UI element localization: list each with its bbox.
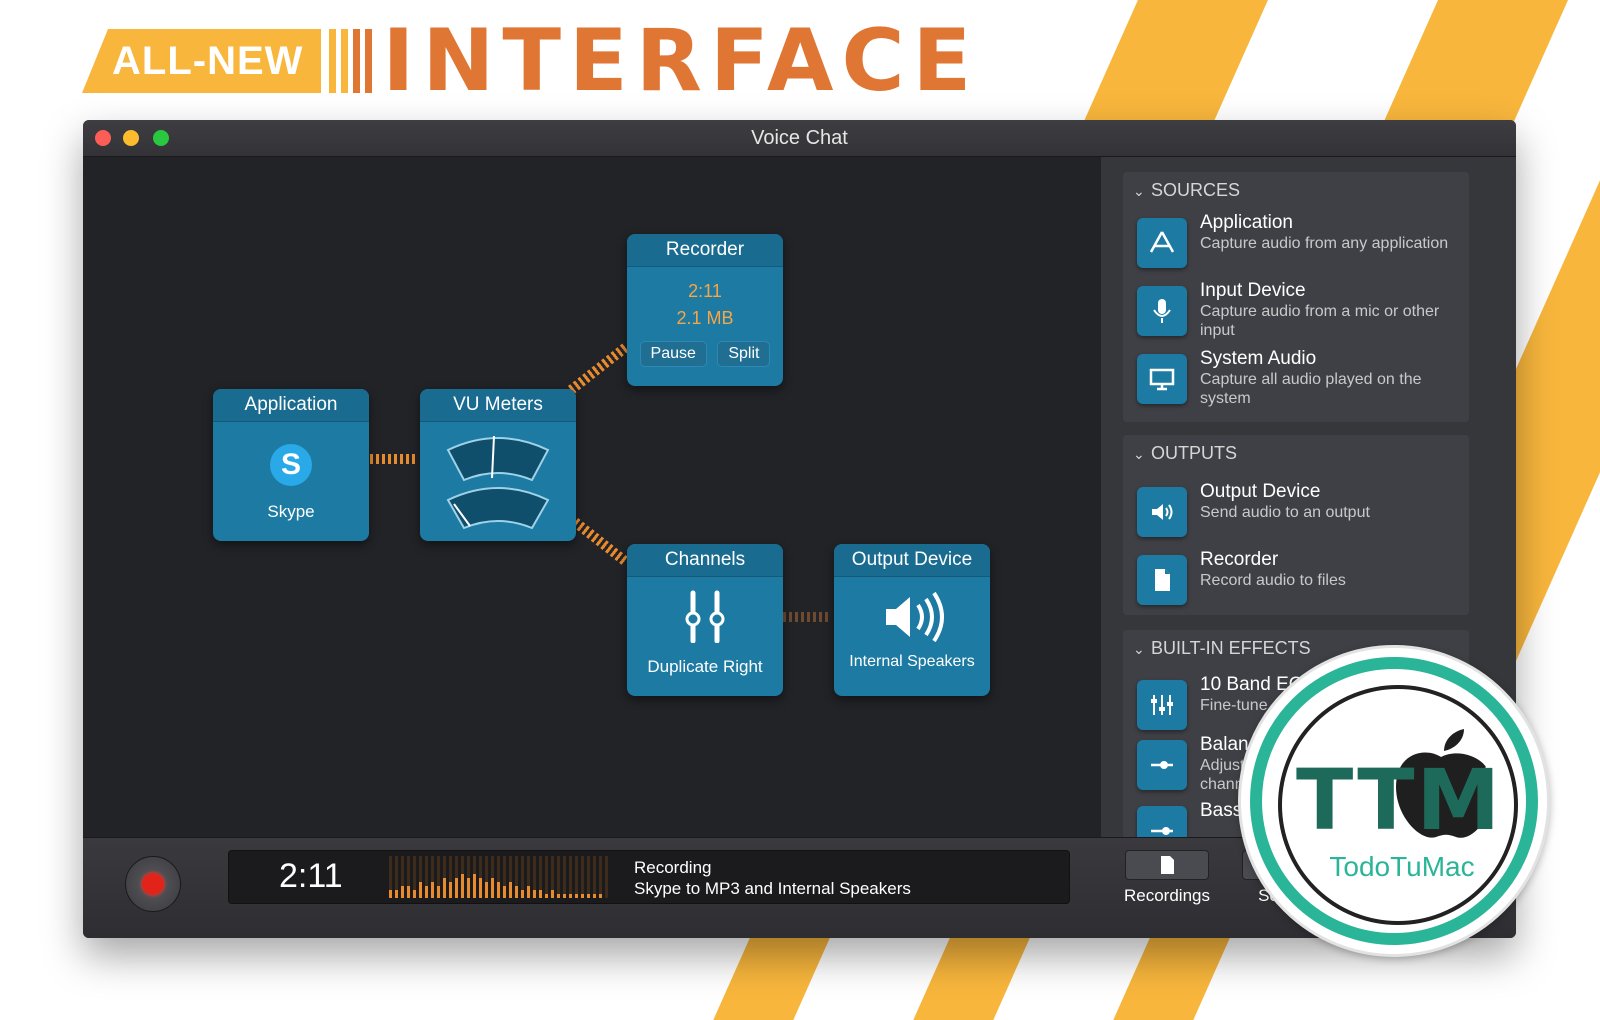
node-label: Internal Speakers [849,653,975,670]
logo-ring: TTM TodoTuMac [1250,657,1538,945]
sidebar-item-system-audio[interactable]: System Audio Capture all audio played on… [1137,348,1467,408]
node-channels[interactable]: Channels Duplicate Right [627,544,783,696]
node-title: Output Device [834,544,990,577]
connector-application-vu [370,454,418,464]
vu-meter-icon [446,435,550,530]
sidebar-item-input-device[interactable]: Input Device Capture audio from a mic or… [1137,280,1467,340]
elapsed-time: 2:11 [279,857,343,895]
banner-headline: INTERFACE [382,11,980,111]
banner-divider-bars [329,29,373,93]
node-output-device[interactable]: Output Device Internal Speakers [834,544,990,696]
node-title: VU Meters [420,389,576,422]
section-outputs: ⌄ OUTPUTS Output Device Send audio to an … [1123,435,1469,615]
node-application[interactable]: Application S Skype [213,389,369,541]
sidebar-item-output-device[interactable]: Output Device Send audio to an output [1137,481,1467,541]
sidebar-item-recorder[interactable]: Recorder Record audio to files [1137,549,1467,609]
banner-badge: ALL-NEW [82,29,322,93]
equalizer-icon [1137,680,1187,730]
pipeline-canvas[interactable]: Application S Skype VU Meters Recorder 2… [83,157,1101,837]
promo-banner: ALL-NEW INTERFACE [82,11,980,111]
logo-inner-circle: TTM TodoTuMac [1278,685,1518,925]
status-title: Recording [634,858,712,877]
close-window-button[interactable] [95,130,111,146]
logo-mark: TTM [1296,751,1503,849]
watermark-logo: TTM TodoTuMac [1238,645,1550,957]
recording-status: Recording Skype to MP3 and Internal Spea… [634,857,911,899]
connector-channels-output [783,612,831,622]
chevron-down-icon: ⌄ [1133,641,1145,657]
recorder-time: 2:11 [688,281,722,301]
microphone-icon [1137,286,1187,336]
record-icon [142,873,164,895]
sliders-icon [685,590,725,643]
speaker-icon [1137,487,1187,537]
monitor-icon [1137,354,1187,404]
section-header-outputs[interactable]: ⌄ OUTPUTS [1123,435,1469,471]
window-title: Voice Chat [751,127,848,149]
node-recorder[interactable]: Recorder 2:11 2.1 MB Pause Split [627,234,783,386]
app-store-icon [1137,218,1187,268]
chevron-down-icon: ⌄ [1133,183,1145,199]
minimize-window-button[interactable] [123,130,139,146]
connector-vu-channels [571,518,629,566]
chevron-down-icon: ⌄ [1133,446,1145,462]
title-bar: Voice Chat [83,120,1516,157]
node-vu-meters[interactable]: VU Meters [420,389,576,541]
status-display: 2:11 Recording Skype to MP3 and Internal… [228,850,1070,904]
section-sources: ⌄ SOURCES Application Capture audio from … [1123,172,1469,422]
sidebar-item-application[interactable]: Application Capture audio from any appli… [1137,212,1467,272]
section-header-sources[interactable]: ⌄ SOURCES [1123,172,1469,208]
recordings-button[interactable]: Recordings [1113,850,1221,906]
zoom-window-button[interactable] [153,130,169,146]
logo-name: TodoTuMac [1329,851,1475,882]
node-title: Channels [627,544,783,577]
split-button[interactable]: Split [717,341,771,367]
bass-slider-icon [1137,806,1187,837]
speaker-icon [886,591,944,643]
pause-button[interactable]: Pause [639,341,707,367]
recorder-size: 2.1 MB [676,308,734,328]
node-label: Duplicate Right [647,657,763,676]
node-title: Recorder [627,234,783,267]
node-title: Application [213,389,369,422]
record-button[interactable] [125,856,181,912]
document-icon [1137,555,1187,605]
balance-slider-icon [1137,740,1187,790]
recordings-icon [1125,850,1209,880]
skype-icon: S [270,444,312,486]
level-meter [389,856,609,898]
connector-vu-recorder [567,342,630,394]
node-label: Skype [267,502,315,521]
status-detail: Skype to MP3 and Internal Speakers [634,879,911,898]
